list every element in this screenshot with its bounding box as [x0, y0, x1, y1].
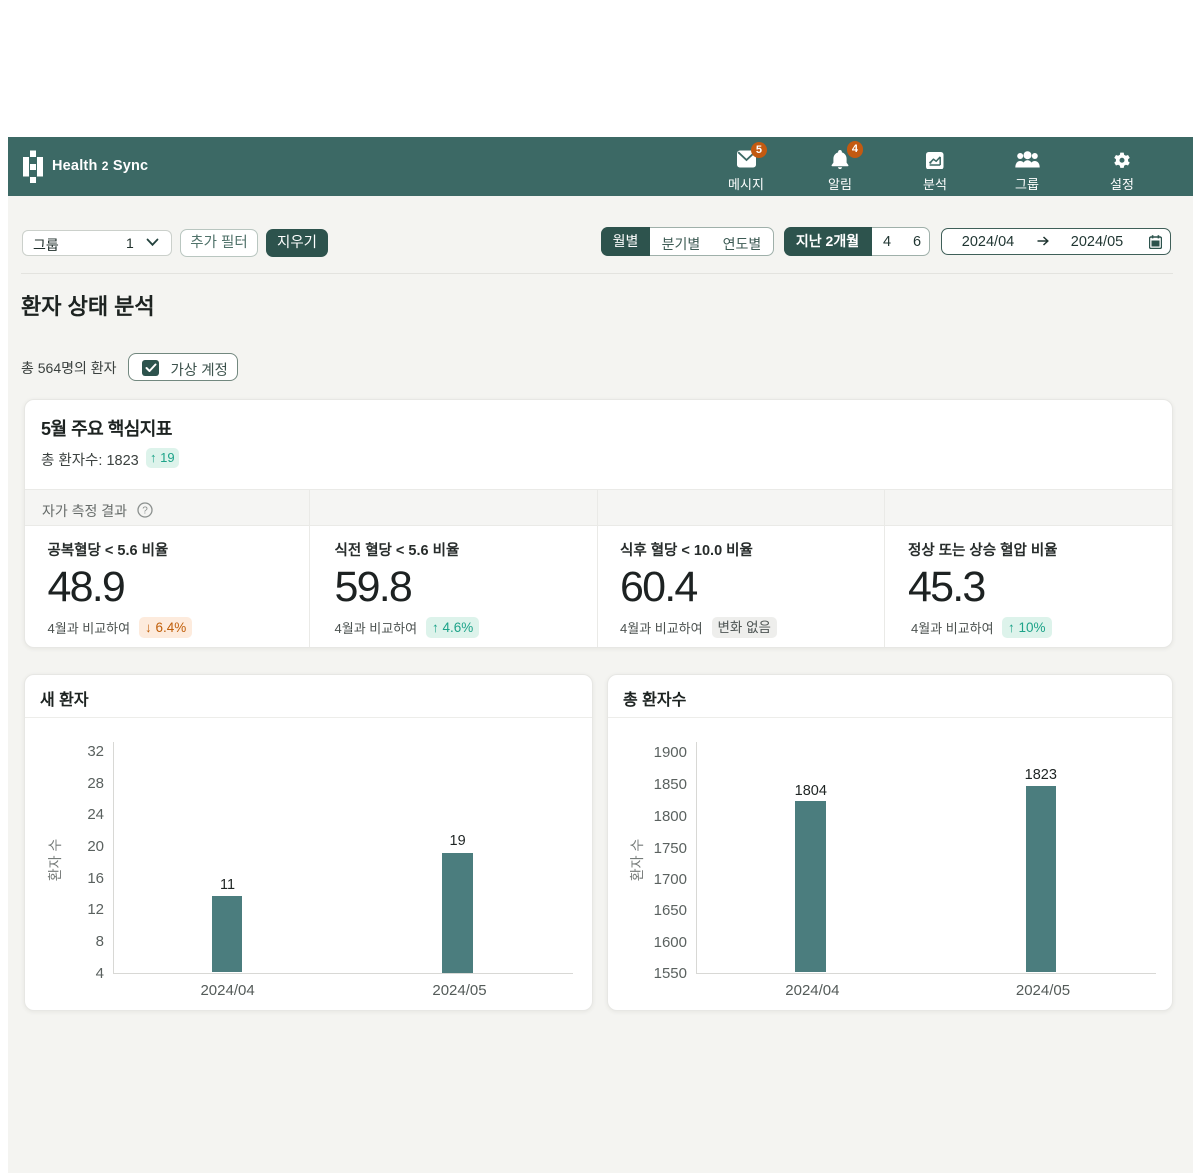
svg-text:?: ? [142, 506, 148, 517]
